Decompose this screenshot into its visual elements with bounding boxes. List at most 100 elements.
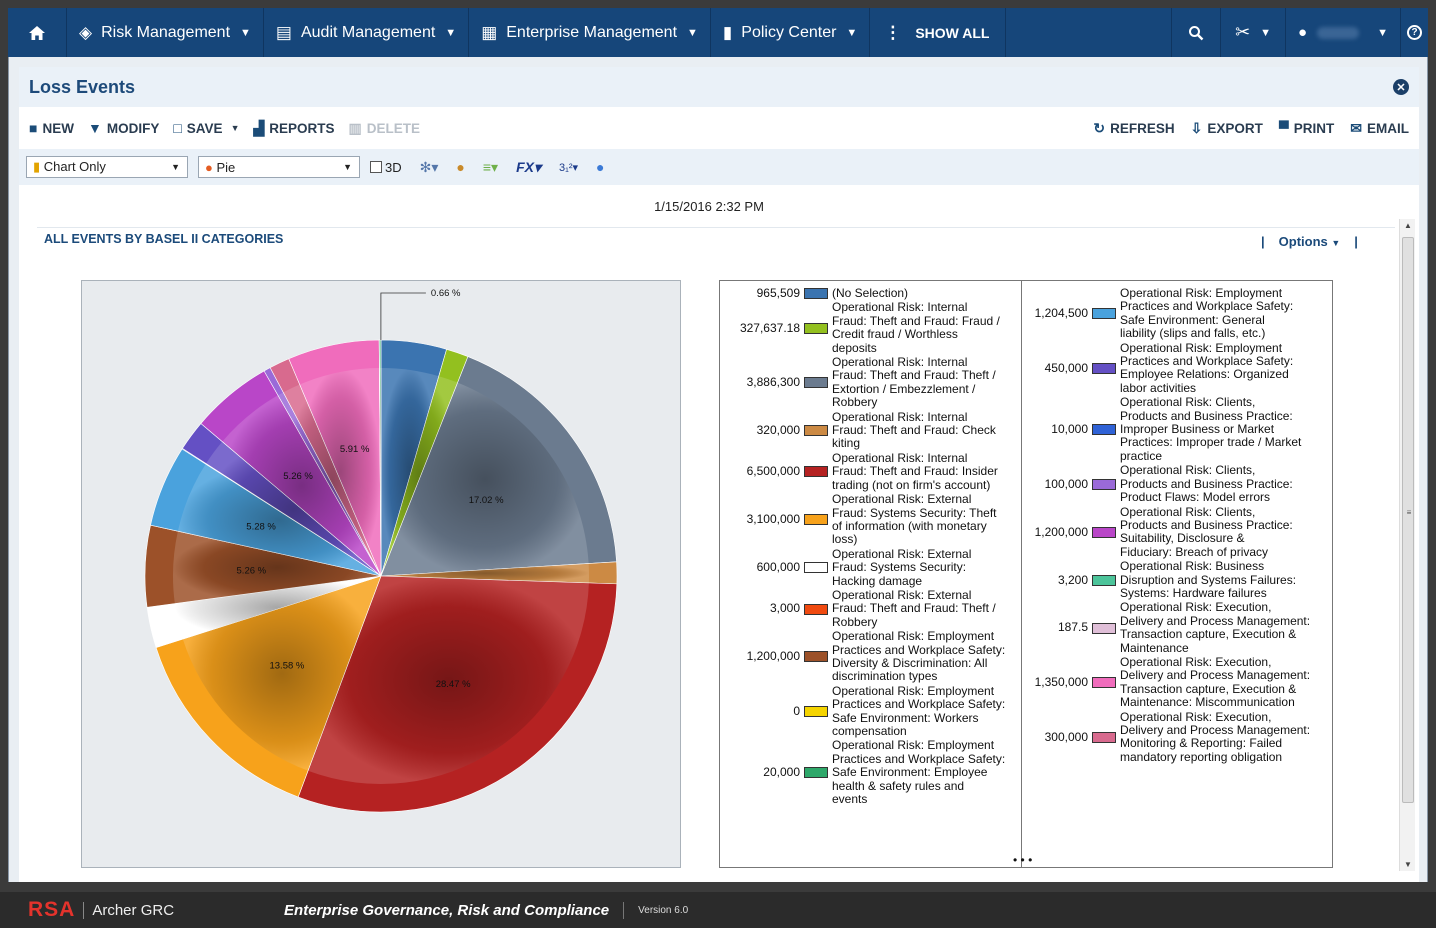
legend-swatch (804, 514, 828, 526)
legend-item[interactable]: 327,637.18 Operational Risk: Internal Frau… (720, 301, 1021, 355)
trash-icon: ▥ (348, 119, 362, 136)
report-timestamp: 1/15/2016 2:32 PM (654, 199, 764, 214)
chart-style-icon[interactable]: ✻▾ (420, 159, 439, 176)
legend-value: 320,000 (756, 423, 800, 438)
legend-item[interactable]: 1,200,000 Operational Risk: Clients, Produ… (1022, 505, 1332, 560)
fx-button[interactable]: FX▾ (516, 159, 541, 176)
legend-label: Operational Risk: Clients, Products and B… (1120, 395, 1302, 463)
chevron-down-icon: ▼ (846, 26, 858, 39)
separator: | (1261, 234, 1265, 249)
reports-button[interactable]: ▟ REPORTS (253, 120, 334, 137)
tools-menu-button[interactable]: ✂ ▼ (1221, 8, 1287, 57)
sort-order-button[interactable]: 3₁²▾ (559, 161, 578, 174)
scroll-up-arrow[interactable]: ▲ (1400, 221, 1416, 230)
legend-item[interactable]: 3,886,300 Operational Risk: Internal Fraud… (720, 355, 1021, 410)
legend-options-icon[interactable]: ≡▾ (483, 159, 498, 176)
legend-label: Operational Risk: Clients, Products and B… (1120, 463, 1293, 505)
pie-percent-label: 13.58 % (269, 660, 304, 671)
legend-value: 450,000 (1044, 360, 1088, 375)
chevron-down-icon: ▼ (230, 123, 240, 133)
legend-item[interactable]: 1,200,000 Operational Risk: Employment Pra… (720, 630, 1021, 684)
refresh-button[interactable]: ↻ REFRESH (1093, 120, 1174, 137)
user-menu-button[interactable]: ● ▼ (1286, 8, 1401, 57)
legend-value: 3,200 (1057, 572, 1088, 587)
legend-item[interactable]: 450,000 Operational Risk: Employment Pract… (1022, 341, 1332, 396)
legend-label: Operational Risk: Execution, Delivery and… (1120, 654, 1311, 710)
legend-swatch (1092, 622, 1116, 634)
display-mode-select[interactable]: ▮ Chart Only ▼ (26, 156, 188, 178)
legend-item[interactable]: 300,000 Operational Risk: Execution, Deliv… (1022, 710, 1332, 765)
nav-risk-management[interactable]: ◈ Risk Management ▼ (67, 8, 264, 57)
show-all-button[interactable]: ⋮ SHOW ALL (870, 8, 1007, 57)
nav-audit-management[interactable]: ▤ Audit Management ▼ (264, 8, 470, 57)
legend-label: Operational Risk: External Fraud: Theft a… (832, 587, 996, 629)
legend-value: 600,000 (756, 560, 800, 575)
save-button[interactable]: □ SAVE ▼ (173, 120, 239, 136)
legend-value: 300,000 (1044, 729, 1088, 744)
options-menu: | Options ▼ | (1247, 234, 1372, 249)
legend-item[interactable]: 6,500,000 Operational Risk: Internal Fraud… (720, 451, 1021, 492)
print-button[interactable]: ▀ PRINT (1279, 120, 1334, 136)
scroll-thumb[interactable]: ≡ (1402, 237, 1414, 803)
export-button[interactable]: ⇩ EXPORT (1191, 120, 1263, 137)
chart-help-icon[interactable]: ● (596, 159, 604, 175)
legend-item[interactable]: 1,350,000 Operational Risk: Execution, Del… (1022, 654, 1332, 710)
main-frame: Loss Events ✕ ■ NEW ▼ MODIFY □ SAVE ▼ ▟ REPOR… (8, 57, 1428, 882)
legend-item[interactable]: 187.5 Operational Risk: Execution, Deliver… (1022, 601, 1332, 655)
home-button[interactable] (8, 8, 67, 57)
pie-percent-label: 5.91 % (340, 444, 370, 455)
email-icon: ✉ (1350, 119, 1362, 136)
chevron-down-icon: ▼ (445, 26, 457, 39)
legend-item[interactable]: 20,000 Operational Risk: Employment Practi… (720, 739, 1021, 806)
vertical-scrollbar[interactable]: ▲ ≡ ▼ (1399, 219, 1415, 871)
legend-item[interactable]: 0 Operational Risk: Employment Practices a… (720, 684, 1021, 739)
legend-swatch (1092, 677, 1116, 689)
legend-label: Operational Risk: External Fraud: Systems… (832, 546, 972, 588)
legend-label: Operational Risk: Internal Fraud: Theft a… (832, 300, 1000, 355)
page-title: Loss Events (29, 76, 136, 97)
legend-item[interactable]: 965,509 (No Selection) (720, 286, 1021, 300)
options-button[interactable]: Options ▼ (1279, 234, 1341, 249)
chart-type-select[interactable]: ● Pie ▼ (198, 156, 360, 178)
help-button[interactable]: ? (1401, 8, 1428, 57)
legend-column-2: 1,204,500 Operational Risk: Employment Pra… (1022, 286, 1332, 765)
legend-item[interactable]: 100,000 Operational Risk: Clients, Product… (1022, 464, 1332, 504)
legend-item[interactable]: 320,000 Operational Risk: Internal Fraud: … (720, 410, 1021, 451)
legend-item[interactable]: 10,000 Operational Risk: Clients, Products… (1022, 396, 1332, 463)
chart-type-value-wrap: ● Pie (205, 160, 235, 175)
legend-label: (No Selection) (832, 286, 909, 300)
footer-tagline: Enterprise Governance, Risk and Complian… (284, 901, 625, 919)
nav-policy-center[interactable]: ▮ Policy Center ▼ (711, 8, 871, 57)
palette-icon[interactable]: ● (456, 159, 464, 175)
legend-swatch (804, 466, 828, 478)
display-mode-value: Chart Only (43, 159, 106, 174)
three-d-checkbox[interactable]: 3D (370, 160, 402, 175)
legend-item[interactable]: 600,000 Operational Risk: External Fraud: … (720, 546, 1021, 588)
modify-button[interactable]: ▼ MODIFY (88, 120, 159, 136)
vertical-dots-icon: ⋮ (884, 22, 902, 42)
report-content: 1/15/2016 2:32 PM ALL EVENTS BY BASEL II… (19, 185, 1419, 882)
separator: | (1354, 234, 1358, 249)
divider (37, 227, 1395, 228)
legend-item[interactable]: 3,100,000 Operational Risk: External Fraud… (720, 492, 1021, 547)
search-button[interactable] (1171, 8, 1222, 57)
scroll-down-arrow[interactable]: ▼ (1400, 860, 1416, 869)
legend-label: Operational Risk: Execution, Delivery and… (1120, 600, 1311, 655)
delete-button[interactable]: ▥ DELETE (349, 120, 421, 137)
pie-callout-label: 0.66 % (431, 288, 461, 299)
email-button[interactable]: ✉ EMAIL (1350, 120, 1409, 137)
export-icon: ⇩ (1190, 119, 1203, 136)
nav-policy-center-label: Policy Center (741, 23, 837, 41)
new-button[interactable]: ■ NEW (29, 120, 74, 136)
legend-swatch (1092, 362, 1116, 374)
legend-swatch (804, 425, 828, 437)
document-icon: ▤ (275, 22, 292, 42)
legend-value: 20,000 (763, 765, 800, 780)
legend-swatch (804, 562, 828, 574)
close-icon[interactable]: ✕ (1393, 79, 1409, 95)
legend-swatch (1092, 731, 1116, 743)
legend-item[interactable]: 3,000 Operational Risk: External Fraud: Th… (720, 587, 1021, 629)
legend-item[interactable]: 1,204,500 Operational Risk: Employment Pra… (1022, 286, 1332, 341)
legend-item[interactable]: 3,200 Operational Risk: Business Disruptio… (1022, 559, 1332, 600)
nav-enterprise-management[interactable]: ▦ Enterprise Management ▼ (469, 8, 711, 57)
